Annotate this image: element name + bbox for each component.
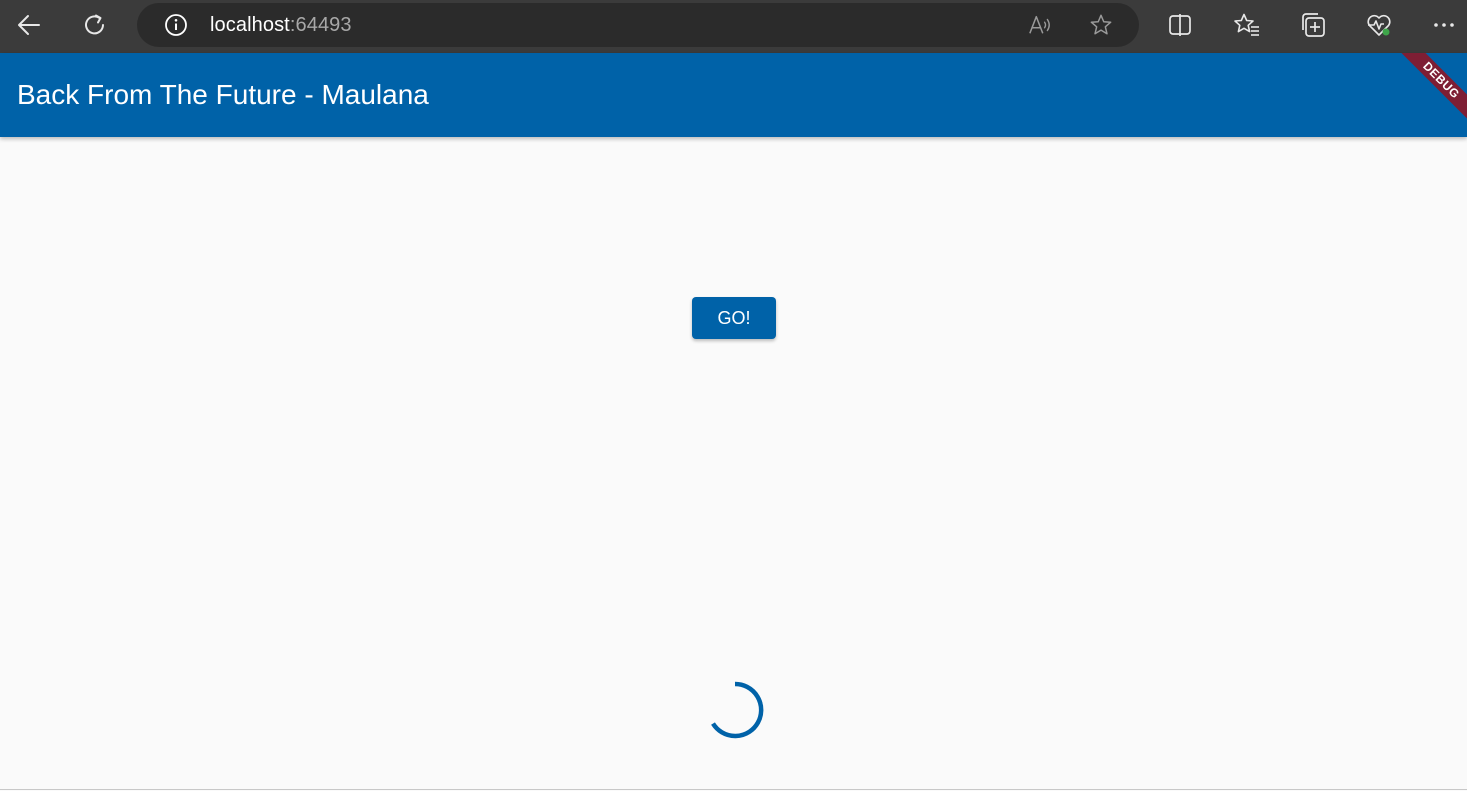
read-aloud-button[interactable]: [1028, 13, 1052, 37]
url-port: :64493: [289, 14, 352, 36]
loading-spinner: [711, 681, 764, 739]
favorites-icon: [1234, 13, 1259, 36]
split-screen-icon: [1169, 14, 1191, 36]
split-screen-button[interactable]: [1166, 11, 1194, 39]
refresh-icon: [85, 14, 104, 35]
collections-icon: [1302, 13, 1325, 37]
add-favorite-button[interactable]: [1089, 13, 1113, 37]
debug-banner: DEBUG: [1389, 53, 1467, 133]
go-button[interactable]: GO!: [692, 297, 776, 339]
info-icon: [165, 14, 187, 36]
favorites-button[interactable]: [1233, 11, 1261, 39]
performance-button[interactable]: [1365, 11, 1393, 39]
more-icon: [1434, 23, 1454, 27]
url-text[interactable]: localhost:64493: [210, 14, 352, 37]
read-aloud-icon: [1029, 15, 1050, 34]
back-arrow-icon: [18, 15, 40, 35]
address-bar[interactable]: localhost:64493: [137, 3, 1139, 47]
url-host: localhost: [210, 14, 290, 36]
site-info-button[interactable]: [164, 13, 188, 37]
app-title: Back From The Future - Maulana: [17, 79, 429, 110]
collections-button[interactable]: [1299, 11, 1327, 39]
app-bar: Back From The Future - Maulana DEBUG: [0, 53, 1467, 137]
refresh-button[interactable]: [76, 8, 114, 42]
heartbeat-icon: [1367, 14, 1391, 36]
browser-toolbar: localhost:64493: [0, 0, 1467, 53]
back-button[interactable]: [10, 8, 48, 42]
window-bottom-border: [0, 789, 1467, 790]
star-icon: [1090, 14, 1112, 35]
more-button[interactable]: [1430, 11, 1458, 39]
